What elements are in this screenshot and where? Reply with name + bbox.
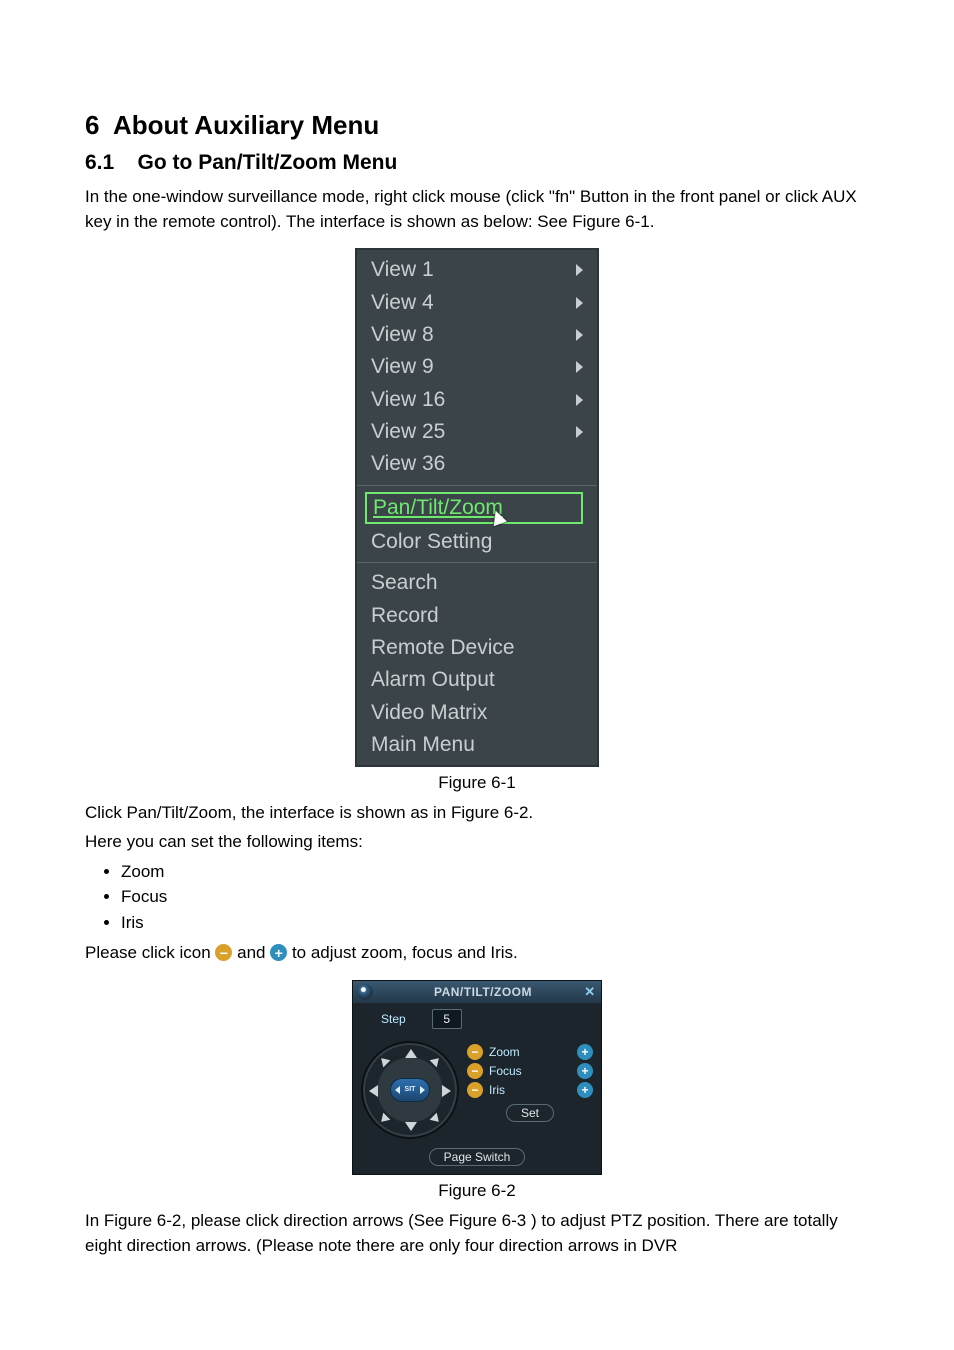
plus-button[interactable]: + — [577, 1082, 593, 1098]
menu-item[interactable]: View 25 — [365, 416, 589, 448]
post-fig1-text-b: Here you can set the following items: — [85, 830, 869, 855]
icons-sentence-b: and — [237, 943, 270, 962]
menu-item[interactable]: View 36 — [365, 448, 589, 480]
close-button[interactable]: ✕ — [583, 985, 597, 999]
menu-item-label: Record — [371, 602, 439, 630]
bullet-item: Focus — [121, 884, 869, 910]
section-number: 6 — [85, 110, 99, 140]
heading-2: 6.1 Go to Pan/Tilt/Zoom Menu — [85, 151, 869, 175]
menu-item-label: Color Setting — [371, 528, 492, 556]
arrow-right[interactable] — [442, 1085, 451, 1097]
ptz-title-text: PAN/TILT/ZOOM — [383, 985, 583, 999]
ptz-control-row: −Iris + — [467, 1082, 593, 1098]
menu-item-label: Main Menu — [371, 731, 475, 759]
bullet-item: Iris — [121, 910, 869, 936]
arrow-down[interactable] — [405, 1122, 417, 1131]
menu-item-ptz[interactable]: Pan/Tilt/Zoom — [365, 490, 589, 526]
submenu-arrow-icon — [576, 361, 583, 373]
bullet-list: ZoomFocusIris — [85, 859, 869, 936]
context-menu: View 1 View 4 View 8 View 9 View 16 View 25 Vi… — [355, 248, 599, 767]
arrow-up-left[interactable] — [378, 1054, 391, 1067]
minus-button[interactable]: − — [467, 1082, 483, 1098]
menu-item-label: View 36 — [371, 450, 445, 478]
post-fig1-text-a: Click Pan/Tilt/Zoom, the interface is sh… — [85, 801, 869, 826]
menu-item-label: Search — [371, 569, 438, 597]
menu-item[interactable]: View 1 — [365, 254, 589, 286]
arrow-up-right[interactable] — [430, 1054, 443, 1067]
ptz-control-label: Zoom — [489, 1045, 571, 1059]
minus-button[interactable]: − — [467, 1063, 483, 1079]
menu-item[interactable]: Record — [365, 600, 589, 632]
subsection-title: Go to Pan/Tilt/Zoom Menu — [138, 151, 398, 174]
minus-button[interactable]: − — [467, 1044, 483, 1060]
menu-item[interactable]: View 8 — [365, 319, 589, 351]
dpad-center-label: SIT — [405, 1086, 416, 1093]
menu-item[interactable]: Remote Device — [365, 632, 589, 664]
arrow-down-right[interactable] — [430, 1112, 443, 1125]
icons-sentence: Please click icon and to adjust zoom, fo… — [85, 941, 869, 966]
ptz-control-label: Focus — [489, 1064, 571, 1078]
ptz-control-row: −Focus + — [467, 1063, 593, 1079]
figure-caption-1: Figure 6-1 — [85, 773, 869, 793]
ptz-control-row: −Zoom + — [467, 1044, 593, 1060]
menu-item[interactable]: View 9 — [365, 351, 589, 383]
menu-item-label: View 8 — [371, 321, 434, 349]
menu-item[interactable]: View 4 — [365, 287, 589, 319]
menu-item-color-setting[interactable]: Color Setting — [365, 526, 589, 558]
menu-item-label: View 25 — [371, 418, 445, 446]
ptz-titlebar-icon — [357, 984, 373, 1000]
intro-paragraph: In the one-window surveillance mode, rig… — [85, 185, 869, 234]
ptz-titlebar: PAN/TILT/ZOOM ✕ — [353, 981, 601, 1003]
submenu-arrow-icon — [576, 297, 583, 309]
menu-item-ptz-label: Pan/Tilt/Zoom — [373, 496, 503, 519]
page-switch-button[interactable]: Page Switch — [429, 1148, 526, 1166]
plus-button[interactable]: + — [577, 1044, 593, 1060]
plus-icon — [270, 944, 287, 961]
step-label: Step — [381, 1012, 406, 1026]
menu-item-label: Alarm Output — [371, 666, 495, 694]
menu-item-label: View 16 — [371, 386, 445, 414]
menu-item-label: View 4 — [371, 289, 434, 317]
section-title: About Auxiliary Menu — [113, 110, 379, 140]
direction-pad: SIT — [361, 1041, 459, 1139]
heading-1: 6 About Auxiliary Menu — [85, 110, 869, 141]
ptz-control-label: Iris — [489, 1083, 571, 1097]
menu-item-label: Remote Device — [371, 634, 515, 662]
menu-item[interactable]: Main Menu — [365, 729, 589, 761]
submenu-arrow-icon — [576, 426, 583, 438]
step-input[interactable]: 5 — [432, 1009, 462, 1029]
set-button[interactable]: Set — [506, 1104, 554, 1122]
arrow-left[interactable] — [369, 1085, 378, 1097]
menu-item-label: View 9 — [371, 353, 434, 381]
figure-caption-2: Figure 6-2 — [85, 1181, 869, 1201]
subsection-number: 6.1 — [85, 151, 114, 174]
ptz-panel: PAN/TILT/ZOOM ✕ Step 5 — [352, 980, 602, 1175]
bullet-item: Zoom — [121, 859, 869, 885]
menu-item[interactable]: Alarm Output — [365, 664, 589, 696]
menu-item[interactable]: View 16 — [365, 384, 589, 416]
menu-item-label: Video Matrix — [371, 699, 487, 727]
plus-button[interactable]: + — [577, 1063, 593, 1079]
menu-item[interactable]: Video Matrix — [365, 697, 589, 729]
submenu-arrow-icon — [576, 264, 583, 276]
icons-sentence-c: to adjust zoom, focus and Iris. — [292, 943, 518, 962]
post-fig2-text: In Figure 6-2, please click direction ar… — [85, 1209, 869, 1258]
submenu-arrow-icon — [576, 394, 583, 406]
dpad-center-button[interactable]: SIT — [390, 1078, 430, 1102]
menu-item[interactable]: Search — [365, 567, 589, 599]
submenu-arrow-icon — [576, 329, 583, 341]
icons-sentence-a: Please click icon — [85, 943, 215, 962]
menu-item-label: View 1 — [371, 256, 434, 284]
chevron-left-icon — [395, 1086, 400, 1094]
chevron-right-icon — [420, 1086, 425, 1094]
arrow-up[interactable] — [405, 1049, 417, 1058]
minus-icon — [215, 944, 232, 961]
arrow-down-left[interactable] — [378, 1112, 391, 1125]
